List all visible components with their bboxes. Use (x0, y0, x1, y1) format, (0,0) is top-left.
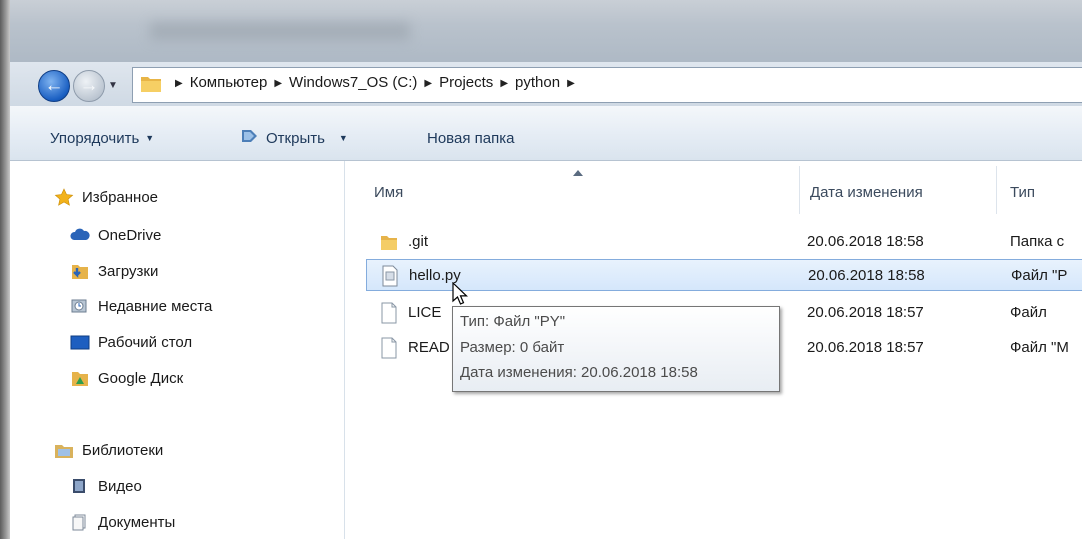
organize-button[interactable]: Упорядочить ▼ (50, 130, 154, 147)
file-type: Файл (1010, 304, 1047, 321)
open-button[interactable]: Открыть ▼ (266, 130, 348, 147)
sidebar-item-desktop[interactable]: Рабочий стол (70, 333, 192, 351)
file-name: READ (408, 339, 450, 356)
sidebar-item-google-drive[interactable]: Google Диск (70, 369, 183, 387)
file-info-tooltip: Тип: Файл "PY" Размер: 0 байт Дата измен… (452, 306, 780, 392)
title-bar (10, 0, 1082, 62)
table-row[interactable]: .git 20.06.2018 18:58 Папка с (366, 226, 1082, 258)
tooltip-type: Тип: Файл "PY" (460, 313, 566, 330)
chevron-down-icon: ▼ (338, 133, 348, 143)
breadcrumb-drive[interactable]: Windows7_OS (C:) (289, 74, 417, 91)
column-divider[interactable] (799, 166, 800, 214)
libraries-icon (55, 445, 73, 458)
file-date: 20.06.2018 18:57 (807, 304, 924, 321)
file-name: .git (408, 233, 429, 250)
documents-library-icon (72, 514, 86, 531)
sort-ascending-icon (573, 170, 583, 176)
column-divider[interactable] (996, 166, 997, 214)
sidebar-item-documents[interactable]: Документы (70, 513, 175, 531)
file-type: Файл "M (1010, 339, 1069, 356)
sidebar-item-video[interactable]: Видео (70, 477, 142, 495)
video-library-icon (73, 479, 85, 493)
downloads-folder-icon (72, 265, 88, 279)
sidebar-item-recent-places[interactable]: Недавние места (70, 297, 212, 315)
breadcrumb-separator-icon[interactable]: ▶ (274, 78, 282, 89)
recent-places-icon (71, 299, 87, 313)
google-drive-folder-icon (72, 372, 88, 386)
command-bar (10, 106, 1082, 161)
column-header-name[interactable]: Имя (374, 184, 403, 201)
sidebar-item-downloads[interactable]: Загрузки (70, 262, 158, 280)
column-header-type[interactable]: Тип (1010, 184, 1035, 201)
tooltip-size: Размер: 0 байт (460, 339, 565, 356)
folder-icon (141, 77, 161, 92)
cloud-icon (70, 228, 90, 240)
breadcrumb-projects[interactable]: Projects (439, 74, 493, 91)
sidebar-item-onedrive[interactable]: OneDrive (70, 226, 161, 244)
new-folder-button[interactable]: Новая папка (427, 130, 514, 147)
star-icon (54, 188, 74, 206)
file-icon (381, 302, 397, 324)
breadcrumb-separator-icon[interactable]: ▶ (567, 78, 575, 89)
breadcrumb-separator-icon[interactable]: ▶ (500, 78, 508, 89)
file-name: LICE (408, 304, 442, 321)
breadcrumb-python[interactable]: python (515, 74, 560, 91)
file-type: Файл "P (1011, 267, 1068, 284)
sidebar-item-libraries[interactable]: Библиотеки (54, 441, 163, 459)
python-file-icon (382, 265, 398, 287)
breadcrumb: ▶ Компьютер ▶ Windows7_OS (C:) ▶ Projects ▶ pyt… (168, 74, 582, 91)
arrow-right-icon: → (79, 75, 99, 96)
history-dropdown-icon[interactable]: ▼ (108, 80, 118, 91)
file-date: 20.06.2018 18:57 (807, 339, 924, 356)
folder-icon (381, 236, 397, 250)
arrow-left-icon: ← (44, 75, 64, 96)
desktop-icon (70, 335, 90, 350)
back-button[interactable]: ← (38, 70, 70, 102)
window-left-shadow (0, 0, 10, 539)
forward-button[interactable]: → (73, 70, 105, 102)
table-row[interactable]: hello.py 20.06.2018 18:58 Файл "P (366, 259, 1082, 291)
breadcrumb-computer[interactable]: Компьютер (190, 74, 268, 91)
file-type: Папка с (1010, 233, 1065, 250)
column-header-date[interactable]: Дата изменения (810, 184, 923, 201)
breadcrumb-separator-icon[interactable]: ▶ (424, 78, 432, 89)
open-icon (242, 130, 257, 142)
file-icon (381, 337, 397, 359)
sidebar-item-favorites[interactable]: Избранное (54, 188, 158, 206)
breadcrumb-separator-icon[interactable]: ▶ (175, 78, 183, 89)
tooltip-date: Дата изменения: 20.06.2018 18:58 (460, 364, 698, 381)
chevron-down-icon: ▼ (145, 133, 155, 143)
mouse-cursor-icon (452, 282, 468, 305)
file-date: 20.06.2018 18:58 (807, 233, 924, 250)
file-date: 20.06.2018 18:58 (808, 267, 925, 284)
